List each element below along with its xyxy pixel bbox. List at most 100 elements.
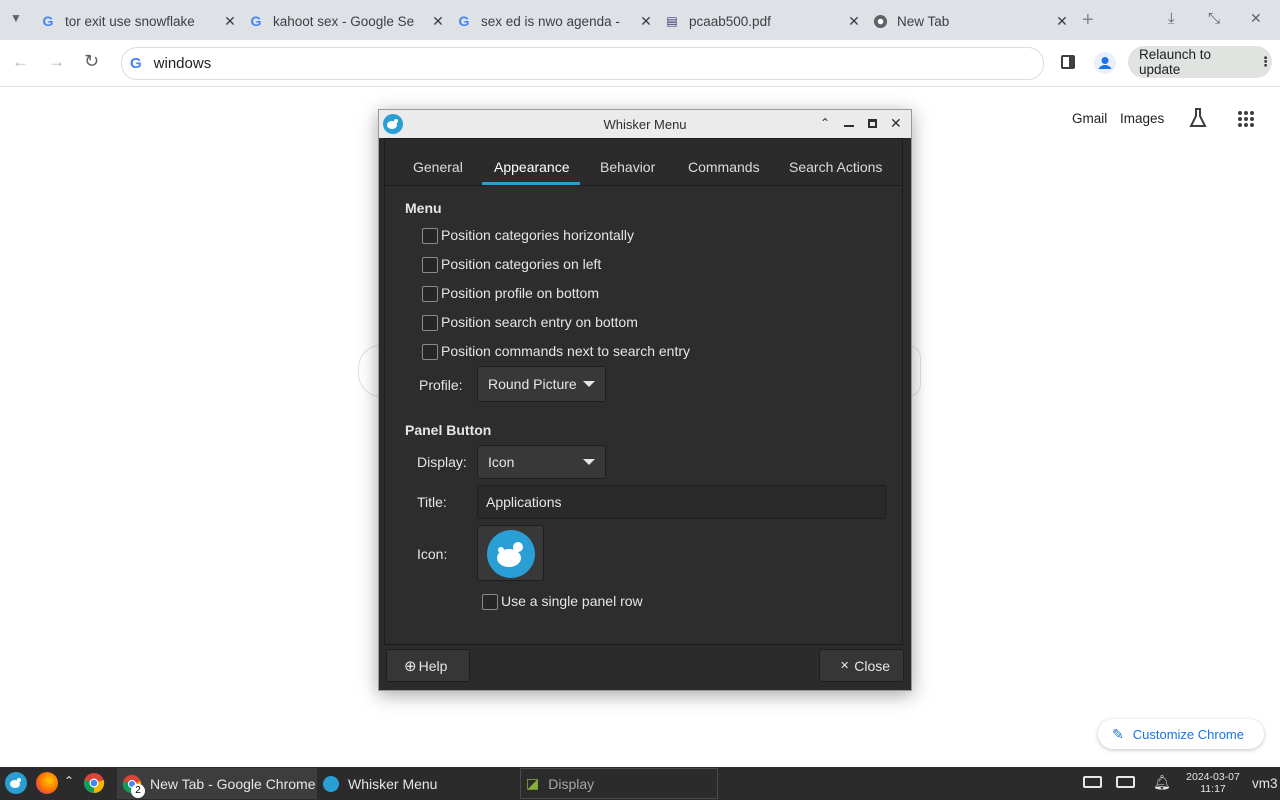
apps-grid-icon[interactable] — [1237, 110, 1255, 131]
close-x-icon: ✕ — [840, 660, 850, 672]
checkbox-label[interactable]: Position categories on left — [441, 256, 601, 272]
battery-icon[interactable] — [1116, 776, 1135, 788]
window-count-badge: 2 — [131, 783, 145, 798]
close-window-icon[interactable]: ✕ — [1250, 10, 1262, 27]
dialog-body: General Appearance Behavior Commands Sea… — [384, 138, 903, 645]
single-row-label[interactable]: Use a single panel row — [501, 593, 643, 609]
reload-icon[interactable]: ↻ — [84, 51, 99, 72]
tab-5[interactable]: New Tab ✕ — [872, 6, 1072, 36]
tab-title: kahoot sex - Google Se — [273, 13, 415, 29]
help-label: Help — [418, 657, 448, 674]
forward-icon[interactable]: → — [48, 52, 65, 72]
checkbox-label[interactable]: Position categories horizontally — [441, 227, 634, 243]
chrome-icon: 2 — [122, 774, 145, 798]
title-label: Title: — [417, 494, 447, 510]
customize-chrome-label: Customize Chrome — [1132, 726, 1244, 742]
display-label: Display: — [417, 454, 467, 470]
checkbox[interactable] — [422, 257, 438, 273]
relaunch-button[interactable]: Relaunch to update ⋮ — [1128, 46, 1272, 78]
close-tab-icon[interactable]: ✕ — [636, 13, 656, 30]
active-tab-indicator — [482, 182, 580, 185]
chrome-icon — [872, 13, 888, 29]
checkbox-label[interactable]: Position profile on bottom — [441, 285, 599, 301]
title-input[interactable]: Applications — [477, 485, 886, 519]
tab-4[interactable]: ▤ pcaab500.pdf ✕ — [664, 6, 864, 36]
task-display[interactable]: ◪ Display — [520, 768, 718, 799]
close-tab-icon[interactable]: ✕ — [220, 13, 240, 30]
tab-title: sex ed is nwo agenda - — [481, 13, 620, 29]
side-panel-icon[interactable] — [1061, 55, 1075, 69]
tab-1[interactable]: G tor exit use snowflake ✕ — [40, 6, 240, 36]
help-button[interactable]: ⊕ Help — [386, 649, 470, 682]
profile-value: Round Picture — [488, 376, 577, 392]
restore-window-icon[interactable]: ⤡ — [1208, 10, 1220, 27]
xfce-mouse-icon — [487, 530, 535, 578]
gmail-link[interactable]: Gmail — [1072, 111, 1107, 126]
close-tab-icon[interactable]: ✕ — [844, 13, 864, 30]
launcher-expand-icon[interactable]: ⌃ — [64, 774, 74, 788]
checkbox[interactable] — [422, 228, 438, 244]
dialog-title: Whisker Menu — [603, 117, 687, 132]
task-whisker-menu[interactable]: Whisker Menu — [318, 768, 518, 799]
shade-icon[interactable]: ⌃ — [820, 116, 830, 130]
chrome-launcher-icon[interactable] — [83, 772, 105, 794]
tab-2[interactable]: G kahoot sex - Google Se ✕ — [248, 6, 448, 36]
menu-section-title: Menu — [405, 200, 442, 216]
icon-label: Icon: — [417, 546, 448, 562]
tab-search-chevron-icon[interactable]: ▼ — [10, 11, 22, 25]
profile-avatar-icon[interactable] — [1094, 52, 1116, 74]
dropdown-arrow-icon — [583, 381, 595, 387]
clock[interactable]: 2024-03-07 11:17 — [1180, 771, 1246, 795]
labs-flask-icon[interactable] — [1188, 107, 1208, 132]
tab-title: tor exit use snowflake — [65, 13, 195, 29]
tab-commands[interactable]: Commands — [688, 159, 760, 195]
close-tab-icon[interactable]: ✕ — [1052, 13, 1072, 30]
checkbox[interactable] — [482, 594, 498, 610]
close-button[interactable]: ✕ Close — [819, 649, 904, 682]
dropdown-arrow-icon — [583, 459, 595, 465]
icon-picker-button[interactable] — [477, 525, 544, 581]
address-text: windows — [153, 55, 212, 72]
tab-general[interactable]: General — [413, 159, 463, 195]
firefox-icon[interactable] — [36, 772, 58, 794]
images-link[interactable]: Images — [1120, 111, 1164, 126]
whisker-menu-launcher-icon[interactable] — [5, 772, 27, 794]
tab-appearance[interactable]: Appearance — [494, 159, 570, 195]
tab-behavior[interactable]: Behavior — [600, 159, 655, 195]
close-tab-icon[interactable]: ✕ — [428, 13, 448, 30]
dialog-titlebar[interactable]: Whisker Menu ⌃ ✕ — [379, 110, 911, 138]
google-icon: G — [458, 13, 470, 29]
panel-button-section-title: Panel Button — [405, 422, 492, 438]
tab-3[interactable]: G sex ed is nwo agenda - ✕ — [456, 6, 656, 36]
download-icon[interactable]: ⤓ — [1168, 10, 1175, 27]
profile-label: Profile: — [419, 377, 463, 393]
checkbox[interactable] — [422, 315, 438, 331]
checkbox[interactable] — [422, 286, 438, 302]
customize-chrome-button[interactable]: ✎ Customize Chrome — [1098, 719, 1264, 749]
taskbar: ⌃ 2 New Tab - Google Chrome Whisker Menu… — [0, 767, 1280, 800]
close-label: Close — [854, 657, 891, 674]
notifications-bell-icon[interactable]: 🔔︎ — [1153, 774, 1171, 791]
whisker-menu-dialog: Whisker Menu ⌃ ✕ General Appearance Beha… — [378, 109, 912, 691]
tab-search-actions[interactable]: Search Actions — [789, 159, 882, 195]
display-settings-icon: ◪ — [526, 775, 540, 791]
tab-title: pcaab500.pdf — [689, 13, 771, 29]
close-icon[interactable]: ✕ — [890, 115, 902, 132]
tab-title: New Tab — [897, 13, 950, 29]
new-tab-button[interactable]: + — [1082, 9, 1094, 32]
back-icon[interactable]: ← — [12, 52, 29, 72]
minimize-icon[interactable] — [844, 125, 854, 127]
google-icon: G — [42, 13, 54, 29]
display-dropdown[interactable]: Icon — [477, 445, 606, 479]
profile-dropdown[interactable]: Round Picture — [477, 366, 606, 402]
battery-charging-icon[interactable] — [1083, 776, 1102, 788]
checkbox-label[interactable]: Position search entry on bottom — [441, 314, 638, 330]
task-chrome[interactable]: 2 New Tab - Google Chrome — [117, 768, 317, 799]
pencil-icon: ✎ — [1112, 725, 1124, 742]
maximize-icon[interactable] — [868, 119, 877, 128]
user-name[interactable]: vm3 — [1252, 776, 1278, 791]
checkbox[interactable] — [422, 344, 438, 360]
tab-strip: ▼ G tor exit use snowflake ✕ G kahoot se… — [0, 0, 1280, 40]
address-bar[interactable]: G windows — [121, 47, 1044, 80]
checkbox-label[interactable]: Position commands next to search entry — [441, 343, 690, 359]
